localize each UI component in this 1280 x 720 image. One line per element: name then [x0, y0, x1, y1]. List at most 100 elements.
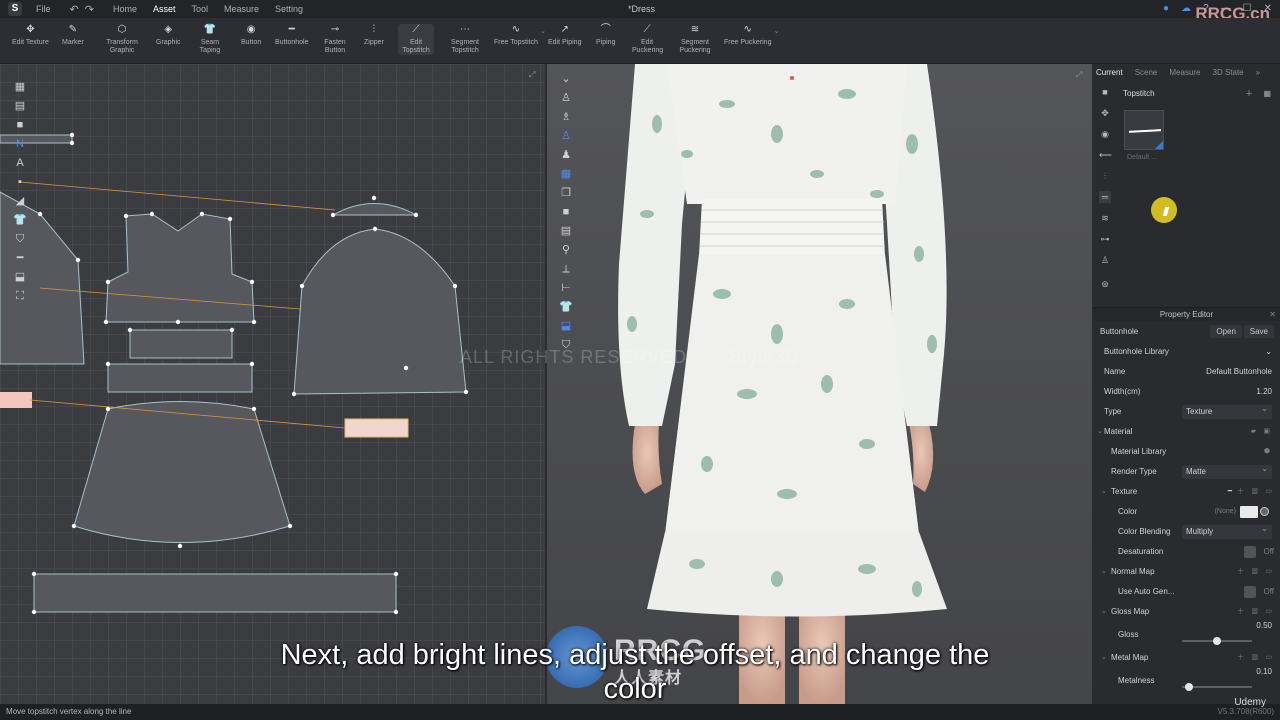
fabric-icon[interactable]: ■: [1099, 86, 1111, 98]
tool-fasten-button[interactable]: ⊸ Fasten Button: [323, 24, 347, 55]
avatar-icon[interactable]: ♙: [1099, 254, 1111, 266]
menu-file[interactable]: File: [28, 0, 59, 18]
menu-setting[interactable]: Setting: [267, 0, 311, 18]
hanger-icon[interactable]: ⊛: [1099, 278, 1111, 290]
chevron-down-icon[interactable]: ⌄: [559, 72, 573, 86]
collapse-icon[interactable]: ⌄: [1101, 602, 1107, 622]
tool-seam-taping[interactable]: 👕 Seam Taping: [197, 24, 223, 55]
color-swatch[interactable]: [1240, 506, 1258, 518]
tool-edit-puckering[interactable]: ⟋ Edit Puckering: [632, 24, 663, 55]
tool-marker[interactable]: ✎ Marker: [62, 24, 84, 47]
grid-icon[interactable]: ▤: [13, 99, 27, 113]
normal-map-row[interactable]: ⌄ Normal Map ＋ ▥ ▭: [1093, 562, 1280, 582]
tab-scene[interactable]: Scene: [1135, 68, 1158, 77]
more-tabs-icon[interactable]: »: [1256, 68, 1260, 77]
chevron-down-icon[interactable]: ⌄: [1265, 342, 1272, 362]
measure-icon[interactable]: ⟂: [559, 262, 573, 276]
tool-free-puckering[interactable]: ∿ Free Puckering ⌄: [724, 24, 779, 47]
render-type-dropdown[interactable]: Matte: [1182, 462, 1272, 479]
tool-free-topstitch[interactable]: ∿ Free Topstitch ⌄: [494, 24, 546, 47]
button-icon[interactable]: ◉: [1099, 128, 1111, 140]
cloud-icon[interactable]: ☁: [1181, 0, 1191, 18]
shirt-icon[interactable]: 👕: [559, 300, 573, 314]
tab-current[interactable]: Current: [1096, 68, 1123, 77]
save-button[interactable]: Save: [1243, 325, 1274, 338]
checker-icon[interactable]: ▦: [13, 80, 27, 94]
tool-transform-graphic[interactable]: ⬡ Transform Graphic: [104, 24, 140, 55]
cube-icon[interactable]: ⬢: [1264, 442, 1270, 462]
grid-view-icon[interactable]: ▦: [1263, 86, 1271, 102]
pattern-pieces-canvas[interactable]: [0, 64, 545, 704]
avatar-icon[interactable]: ♙: [559, 91, 573, 105]
add-icon[interactable]: ＋: [1237, 562, 1244, 582]
avatar-3d-viewport[interactable]: ⌄ ♙ ♗ ♙ ♟ ▦ ❐ ■ ▤ ⚲ ⟂ ⊢ 👕 ⬓ ⛉ ⤢: [547, 64, 1092, 704]
type-dropdown[interactable]: Texture: [1182, 402, 1272, 419]
desaturation-toggle[interactable]: [1244, 546, 1256, 558]
material-row[interactable]: ⌄ Material ▰ ▣: [1093, 422, 1280, 442]
collapse-icon[interactable]: ⌄: [1097, 422, 1103, 442]
open-button[interactable]: Open: [1210, 325, 1242, 338]
zipper-icon[interactable]: ⫶: [1099, 170, 1111, 182]
piece-icon[interactable]: ▪: [13, 175, 27, 189]
add-icon[interactable]: ＋: [1245, 86, 1253, 102]
notch-icon[interactable]: N: [13, 137, 27, 151]
tab-3d-state[interactable]: 3D State: [1213, 68, 1244, 77]
tool-piping[interactable]: ⌒ Piping: [596, 24, 615, 47]
tool-segment-puckering[interactable]: ≋ Segment Puckering: [677, 24, 713, 55]
name-value[interactable]: Default Buttonhole: [1206, 362, 1272, 382]
tool-buttonhole[interactable]: ━ Buttonhole: [275, 24, 308, 47]
color-picker-icon[interactable]: [1260, 507, 1269, 516]
folder-icon[interactable]: ▰: [1251, 422, 1256, 442]
gloss-map-row[interactable]: ⌄ Gloss Map ＋ ▥ ▭: [1093, 602, 1280, 622]
tool-button[interactable]: ◉ Button: [241, 24, 261, 47]
buttonhole-icon[interactable]: ⟵: [1099, 149, 1112, 161]
chevron-down-icon[interactable]: ⌄: [774, 28, 780, 36]
pattern-2d-viewport[interactable]: ▦ ▤ ■ N A ▪ ◢ 👕 ⛉ ━ ⬓ ⛶ ⤢: [0, 64, 545, 704]
pattern-icon[interactable]: ⬓: [559, 319, 573, 333]
arrange-icon[interactable]: ⛶: [13, 289, 27, 303]
save-icon[interactable]: ▣: [1263, 422, 1270, 442]
line-icon[interactable]: ━: [13, 251, 27, 265]
app-logo[interactable]: S: [8, 2, 22, 16]
tool-edit-piping[interactable]: ↗ Edit Piping: [548, 24, 581, 47]
corner-icon[interactable]: ◢: [13, 194, 27, 208]
topstitch-icon[interactable]: ═: [1099, 191, 1111, 203]
transform-icon[interactable]: ⬓: [13, 270, 27, 284]
texture-icon[interactable]: ▦: [559, 167, 573, 181]
color-blending-dropdown[interactable]: Multiply: [1182, 522, 1272, 539]
tool-graphic[interactable]: ◈ Graphic: [156, 24, 181, 47]
pin-icon[interactable]: ⚲: [559, 243, 573, 257]
shirt-outline-icon[interactable]: ⛉: [13, 232, 27, 246]
line-icon[interactable]: ━: [1228, 482, 1232, 502]
delete-icon[interactable]: ▥: [1251, 562, 1258, 582]
avatar-solid-icon[interactable]: ♟: [559, 148, 573, 162]
collapse-icon[interactable]: ⌄: [1101, 482, 1107, 502]
menu-measure[interactable]: Measure: [216, 0, 267, 18]
texture-row[interactable]: ⌄ Texture ━ ＋ ▥ ▭: [1093, 482, 1280, 502]
redo-icon[interactable]: ↷: [82, 3, 97, 16]
expand-icon[interactable]: ⤢: [1076, 70, 1084, 79]
copy-icon[interactable]: ▭: [1265, 482, 1272, 502]
tool-segment-topstitch[interactable]: ⋯ Segment Topstitch: [448, 24, 482, 55]
tool-edit-topstitch[interactable]: ⟋ Edit Topstitch: [398, 24, 434, 55]
width-value[interactable]: 1.20: [1256, 382, 1272, 402]
piping-icon[interactable]: ⊶: [1099, 233, 1111, 245]
undo-icon[interactable]: ↶: [67, 3, 82, 16]
skeleton-icon[interactable]: ♗: [559, 110, 573, 124]
dress-3d-render[interactable]: [547, 64, 1092, 704]
close-icon[interactable]: ✕: [1269, 308, 1276, 322]
avatar-blue-icon[interactable]: ♙: [559, 129, 573, 143]
grid-icon[interactable]: ▤: [559, 224, 573, 238]
add-icon[interactable]: ＋: [1237, 482, 1244, 502]
topstitch-swatch[interactable]: [1124, 110, 1164, 150]
add-icon[interactable]: ＋: [1237, 602, 1244, 622]
text-icon[interactable]: A: [13, 156, 27, 170]
gloss-value[interactable]: 0.50: [1256, 616, 1272, 636]
collapse-icon[interactable]: ⌄: [1101, 562, 1107, 582]
fill-icon[interactable]: ■: [559, 205, 573, 219]
tab-measure[interactable]: Measure: [1169, 68, 1200, 77]
menu-home[interactable]: Home: [105, 0, 145, 18]
delete-icon[interactable]: ▥: [1251, 482, 1258, 502]
tool-zipper[interactable]: ⫶ Zipper: [364, 24, 384, 47]
ruler-icon[interactable]: ⊢: [559, 281, 573, 295]
